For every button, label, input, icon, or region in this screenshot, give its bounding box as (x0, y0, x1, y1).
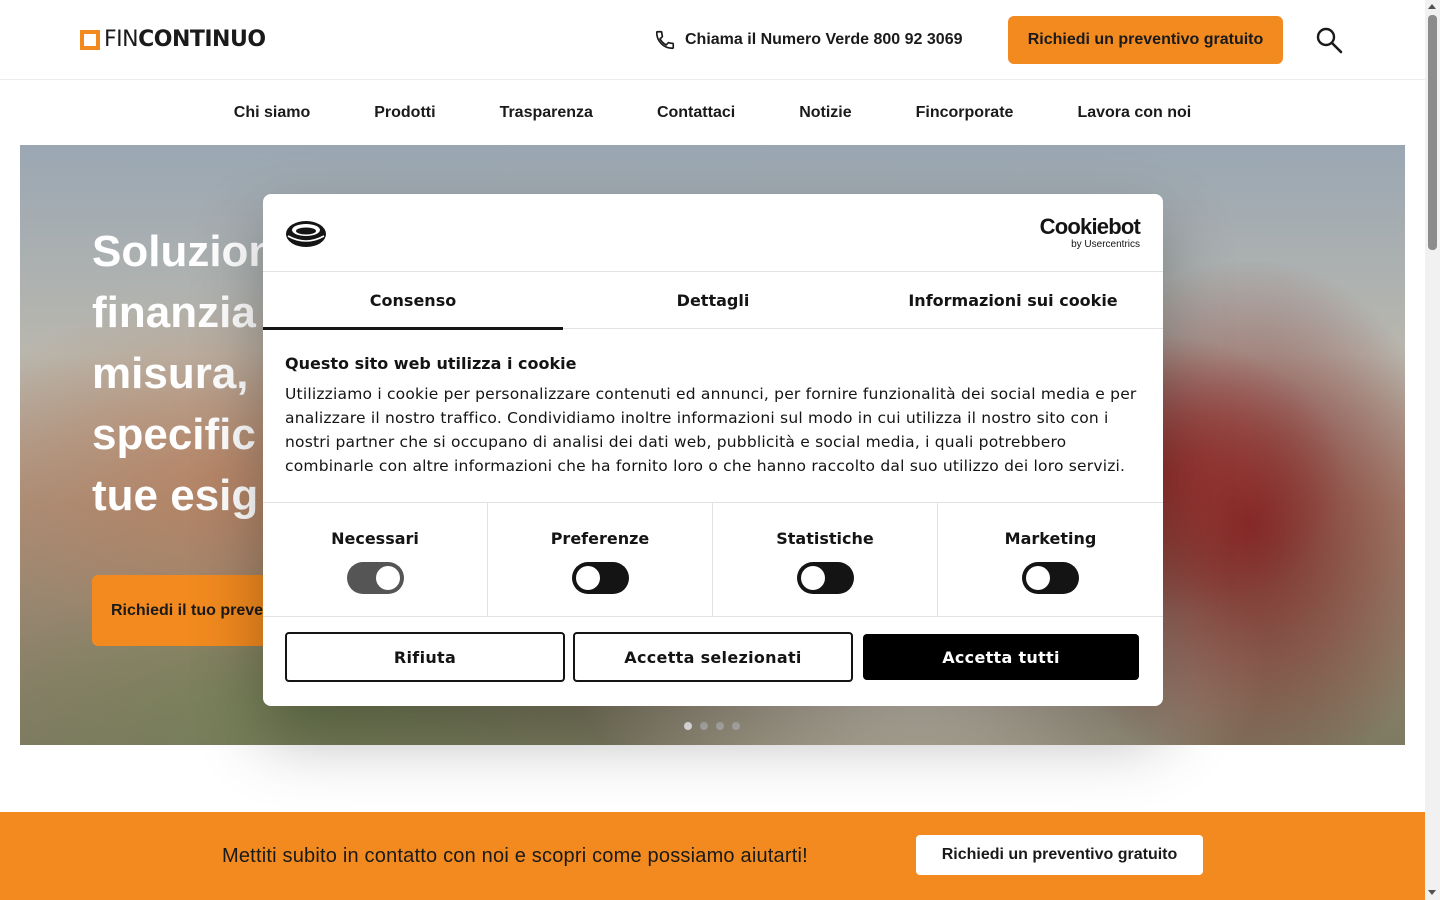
carousel-dot-3[interactable] (716, 722, 724, 730)
toggle-preferenze[interactable] (571, 562, 629, 594)
quote-request-button[interactable]: Richiedi un preventivo gratuito (1008, 16, 1283, 64)
carousel-dot-1[interactable] (684, 722, 692, 730)
site-cookie-logo-icon (286, 221, 326, 247)
search-icon[interactable] (1314, 25, 1344, 55)
toggle-necessari (346, 562, 404, 594)
cookie-dialog-tabs: Consenso Dettagli Informazioni sui cooki… (263, 272, 1163, 330)
category-label: Marketing (1004, 529, 1097, 548)
cookiebot-byline: by Usercentrics (1071, 239, 1140, 250)
category-statistiche: Statistiche (713, 503, 938, 616)
nav-item-contattaci[interactable]: Contattaci (625, 104, 767, 122)
cookiebot-logo-text: Cookiebot (1039, 214, 1141, 239)
nav-item-notizie[interactable]: Notizie (767, 104, 883, 122)
cookie-dialog-title: Questo sito web utilizza i cookie (285, 354, 577, 373)
cookiebot-brand[interactable]: Cookiebot by Usercentrics (1039, 214, 1141, 251)
scrollbar-thumb[interactable] (1428, 15, 1437, 250)
cookie-dialog-body: Questo sito web utilizza i cookie Utiliz… (285, 354, 1145, 478)
allow-selection-button[interactable]: Accetta selezionati (573, 632, 853, 682)
tab-informazioni-sui-cookie[interactable]: Informazioni sui cookie (863, 272, 1163, 329)
carousel-dot-2[interactable] (700, 722, 708, 730)
contact-banner-text: Mettiti subito in contatto con noi e sco… (222, 845, 808, 867)
logo-text: FINCONTINUO (104, 27, 266, 52)
reject-button[interactable]: Rifiuta (285, 632, 565, 682)
contact-banner: Mettiti subito in contatto con noi e sco… (0, 812, 1425, 900)
category-label: Preferenze (550, 529, 650, 548)
carousel-dot-4[interactable] (732, 722, 740, 730)
phone-link[interactable]: Chiama il Numero Verde 800 92 3069 (654, 28, 962, 52)
nav-item-trasparenza[interactable]: Trasparenza (468, 104, 625, 122)
category-necessari: Necessari (263, 503, 488, 616)
logo-square-icon (80, 30, 100, 50)
category-marketing: Marketing (938, 503, 1163, 616)
tab-dettagli[interactable]: Dettagli (563, 272, 863, 329)
cookie-consent-dialog: Cookiebot by Usercentrics Consenso Detta… (263, 194, 1163, 706)
allow-all-button[interactable]: Accetta tutti (863, 634, 1139, 680)
cookie-dialog-actions: Rifiuta Accetta selezionati Accetta tutt… (285, 632, 1141, 682)
cookie-dialog-description: Utilizziamo i cookie per personalizzare … (285, 385, 1137, 475)
category-label: Statistiche (776, 529, 874, 548)
category-preferenze: Preferenze (488, 503, 713, 616)
toggle-marketing[interactable] (1022, 562, 1079, 594)
toggle-statistiche[interactable] (796, 562, 854, 594)
phone-text: Chiama il Numero Verde 800 92 3069 (685, 31, 963, 48)
site-header: FINCONTINUO Chiama il Numero Verde 800 9… (0, 0, 1425, 80)
phone-icon (655, 30, 675, 50)
nav-item-chi-siamo[interactable]: Chi siamo (202, 104, 342, 122)
cookie-dialog-header: Cookiebot by Usercentrics (263, 194, 1163, 272)
page-scrollbar[interactable] (1425, 0, 1440, 900)
carousel-dots (684, 722, 740, 730)
nav-item-fincorporate[interactable]: Fincorporate (884, 104, 1046, 122)
cookie-categories: Necessari Preferenze Statistiche Marketi… (263, 502, 1163, 617)
scroll-down-arrow-icon[interactable] (1428, 890, 1436, 895)
fincontinuo-logo[interactable]: FINCONTINUO (80, 28, 266, 52)
nav-item-lavora-con-noi[interactable]: Lavora con noi (1045, 104, 1223, 122)
nav-item-prodotti[interactable]: Prodotti (342, 104, 467, 122)
category-label: Necessari (331, 529, 419, 548)
main-navigation: Chi siamo Prodotti Trasparenza Contattac… (0, 81, 1425, 145)
scroll-up-arrow-icon[interactable] (1428, 4, 1436, 9)
tab-consenso[interactable]: Consenso (263, 272, 563, 330)
banner-quote-button[interactable]: Richiedi un preventivo gratuito (916, 835, 1203, 875)
